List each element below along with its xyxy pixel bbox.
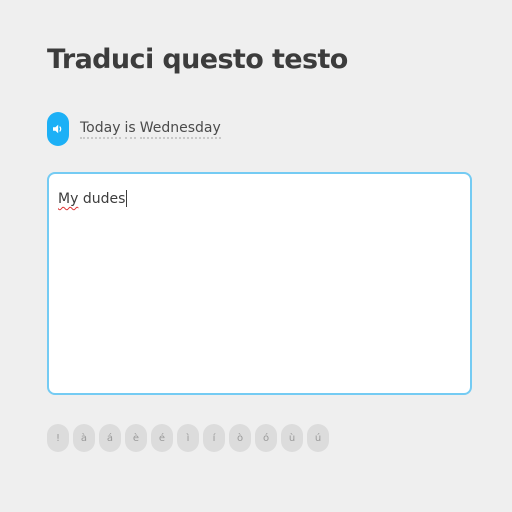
misspelled-word: My	[58, 191, 79, 207]
translate-exercise-page: Traduci questo testo Today is Wednesday …	[0, 0, 512, 512]
accent-key[interactable]: ì	[177, 424, 199, 452]
translation-text-rest: dudes	[78, 191, 126, 207]
play-audio-button[interactable]	[47, 112, 69, 146]
accent-key[interactable]: ú	[307, 424, 329, 452]
accent-key[interactable]: á	[99, 424, 121, 452]
prompt-word[interactable]: Today	[80, 120, 121, 139]
prompt-word[interactable]: is	[124, 120, 136, 139]
accent-key[interactable]: í	[203, 424, 225, 452]
accent-key[interactable]: à	[73, 424, 95, 452]
translation-text: My dudes	[58, 191, 125, 207]
prompt-sentence-row: Today is Wednesday	[47, 112, 221, 146]
accent-key[interactable]: é	[151, 424, 173, 452]
accent-keyboard: ! à á è é ì í ò ó ù ú	[47, 424, 329, 452]
page-title: Traduci questo testo	[47, 44, 348, 75]
accent-key[interactable]: ò	[229, 424, 251, 452]
accent-key[interactable]: ù	[281, 424, 303, 452]
accent-key[interactable]: ó	[255, 424, 277, 452]
accent-key[interactable]: è	[125, 424, 147, 452]
text-cursor	[126, 190, 128, 207]
speaker-icon	[53, 124, 62, 134]
accent-key[interactable]: !	[47, 424, 69, 452]
prompt-sentence: Today is Wednesday	[80, 120, 221, 139]
prompt-word[interactable]: Wednesday	[139, 120, 221, 139]
translation-input[interactable]: My dudes	[47, 172, 472, 395]
